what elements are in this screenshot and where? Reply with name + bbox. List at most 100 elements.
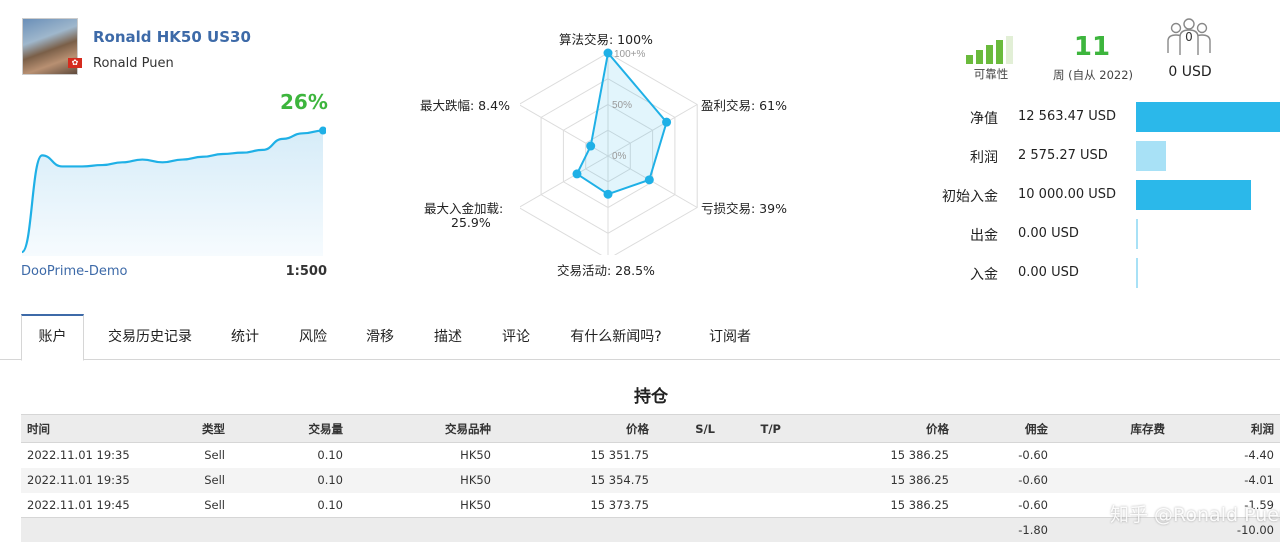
tab-reviews[interactable]: 评论	[491, 314, 541, 360]
cell-time: 2022.11.01 19:45	[27, 497, 130, 512]
cell-profit: -4.40	[1244, 448, 1274, 463]
radar-label-algo: 算法交易: 100%	[559, 32, 653, 47]
cell-time: 2022.11.01 19:35	[27, 448, 130, 463]
profit-value: 2 575.27 USD	[1018, 148, 1108, 163]
cell-tp	[721, 443, 787, 468]
reliability-label: 可靠性	[973, 67, 1009, 81]
radar-scale-top: 100+%	[614, 49, 646, 60]
col-sl[interactable]: S/L	[655, 414, 721, 443]
tab-description[interactable]: 描述	[423, 314, 473, 360]
cell-commission: -0.60	[1018, 448, 1048, 463]
initial-deposit-bar	[1136, 180, 1251, 210]
profit-bar	[1136, 141, 1166, 171]
radar-label-deposit-load-value: 25.9%	[451, 215, 491, 230]
table-header-row: 时间 类型 交易量 交易品种 价格 S/L T/P 价格 佣金 库存费 利润	[21, 414, 1280, 443]
initial-deposit-row: 初始入金 10 000.00 USD	[920, 180, 1280, 210]
cell-current-price: 15 386.25	[890, 448, 949, 463]
col-volume[interactable]: 交易量	[231, 414, 349, 443]
reliability-bar	[996, 40, 1003, 64]
radar-scale-zero: 0%	[612, 151, 627, 162]
cell-sl	[655, 443, 721, 468]
tab-risk[interactable]: 风险	[288, 314, 338, 360]
leverage: 1:500	[285, 264, 327, 279]
col-open-price[interactable]: 价格	[497, 414, 655, 443]
cell-swap	[1054, 443, 1171, 468]
profit-row: 利润 2 575.27 USD	[920, 141, 1280, 171]
cell-type: Sell	[204, 497, 225, 512]
cell-symbol: HK50	[349, 467, 497, 493]
col-swap[interactable]: 库存费	[1054, 414, 1171, 443]
cell-type: Sell	[204, 448, 225, 463]
reliability-bar	[966, 55, 973, 64]
tab-subscribers[interactable]: 订阅者	[698, 314, 762, 360]
col-current-price[interactable]: 价格	[787, 414, 955, 443]
total-spacer	[21, 517, 955, 542]
col-type[interactable]: 类型	[171, 414, 231, 443]
cell-type: Sell	[171, 467, 231, 493]
reliability-bar	[1006, 36, 1013, 64]
col-symbol[interactable]: 交易品种	[349, 414, 497, 443]
tab-bar: 账户 交易历史记录 统计 风险 滑移 描述 评论 有什么新闻吗? 订阅者	[0, 314, 1280, 361]
hong-kong-flag-icon: ✿	[68, 58, 82, 68]
tab-trade-history[interactable]: 交易历史记录	[96, 314, 204, 360]
withdrawal-value: 0.00 USD	[1018, 226, 1079, 241]
profit-label: 利润	[970, 150, 998, 166]
equity-row: 净值 12 563.47 USD	[920, 102, 1280, 132]
table-row: 2022.11.01 19:45 Sell 0.10 HK50 15 373.7…	[21, 493, 1280, 518]
table-total-row: -1.80 -10.00	[21, 517, 1280, 542]
broker-server[interactable]: DooPrime-Demo	[21, 264, 127, 279]
total-commission: -1.80	[955, 517, 1054, 542]
reliability-bar	[986, 45, 993, 64]
radar-area	[575, 50, 668, 196]
subscribers-value: 0 USD	[1168, 64, 1212, 80]
initial-deposit-value: 10 000.00 USD	[1018, 187, 1117, 202]
growth-chart	[21, 126, 326, 256]
cell-volume: 0.10	[231, 467, 349, 493]
cell-open-price: 15 373.75	[590, 497, 649, 512]
radar-point	[644, 175, 654, 185]
reliability-bars	[966, 34, 1018, 64]
cell-swap	[1054, 467, 1171, 493]
col-commission[interactable]: 佣金	[955, 414, 1054, 443]
cell-open-price: 15 351.75	[590, 448, 649, 463]
tab-account[interactable]: 账户	[21, 314, 84, 361]
cell-current-price: 15 386.25	[787, 467, 955, 493]
positions-table: 时间 类型 交易量 交易品种 价格 S/L T/P 价格 佣金 库存费 利润 2…	[21, 414, 1280, 542]
weeks-count: 11	[1073, 32, 1111, 62]
radar-point	[662, 117, 672, 127]
cell-volume: 0.10	[317, 497, 343, 512]
tab-slippage[interactable]: 滑移	[355, 314, 405, 360]
radar-point	[603, 189, 613, 199]
signal-title[interactable]: Ronald HK50 US30	[93, 28, 251, 46]
radar-label-profit: 盈利交易: 61%	[701, 98, 787, 113]
col-tp[interactable]: T/P	[721, 414, 787, 443]
radar-label-activity: 交易活动: 28.5%	[557, 263, 655, 278]
cell-symbol: HK50	[460, 448, 491, 463]
deposit-value: 0.00 USD	[1018, 265, 1079, 280]
equity-bar	[1136, 102, 1280, 132]
cell-time: 2022.11.01 19:35	[21, 467, 171, 493]
radar-point	[586, 141, 596, 151]
cell-profit: -4.01	[1171, 467, 1280, 493]
withdrawal-row: 出金 0.00 USD	[920, 219, 1280, 249]
cell-current-price: 15 386.25	[890, 497, 949, 512]
tab-news[interactable]: 有什么新闻吗?	[561, 314, 671, 360]
cell-tp	[721, 467, 787, 493]
tab-statistics[interactable]: 统计	[220, 314, 270, 360]
open-positions-title: 持仓	[634, 387, 668, 407]
withdrawal-bar	[1136, 219, 1138, 249]
radar-point	[572, 169, 582, 179]
withdrawal-label: 出金	[970, 228, 998, 244]
cell-open-price: 15 354.75	[497, 467, 655, 493]
col-profit[interactable]: 利润	[1171, 414, 1280, 443]
deposit-label: 入金	[970, 267, 998, 283]
table-row: 2022.11.01 19:35 Sell 0.10 HK50 15 354.7…	[21, 467, 1280, 493]
author-name[interactable]: Ronald Puen	[93, 56, 174, 71]
radar-chart: 100+% 50% 0%	[520, 48, 698, 255]
deposit-row: 入金 0.00 USD	[920, 258, 1280, 288]
subscribers-count: 0	[1185, 30, 1193, 44]
equity-value: 12 563.47 USD	[1018, 109, 1117, 124]
col-time[interactable]: 时间	[21, 414, 171, 443]
cell-commission: -0.60	[955, 467, 1054, 493]
growth-area	[22, 130, 323, 256]
